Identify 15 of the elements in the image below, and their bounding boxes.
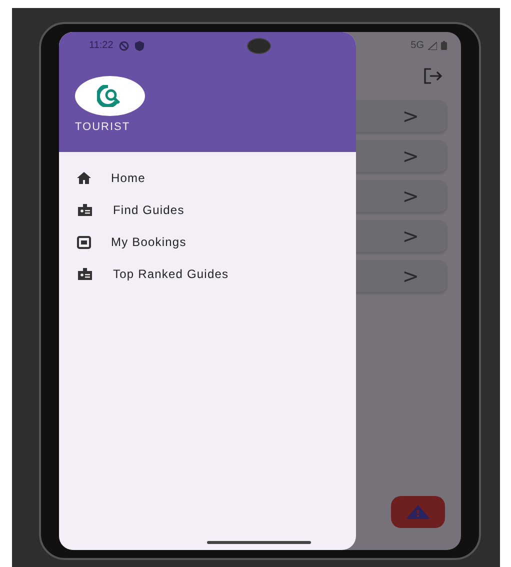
battery-icon [441,41,447,50]
square-icon [77,236,91,248]
shield-icon [135,40,144,50]
signal-icon [428,42,437,50]
logout-icon[interactable] [423,68,443,84]
blocked-icon [119,40,130,50]
id-badge-icon [77,268,93,280]
network-label: 5G [410,40,424,51]
role-label: TOURIST [75,121,130,133]
alert-button[interactable] [391,496,445,528]
warning-icon [406,505,430,519]
home-icon [77,172,91,184]
id-badge-icon [77,204,93,216]
status-time: 11:22 [89,40,114,51]
globe-search-icon [97,85,123,107]
